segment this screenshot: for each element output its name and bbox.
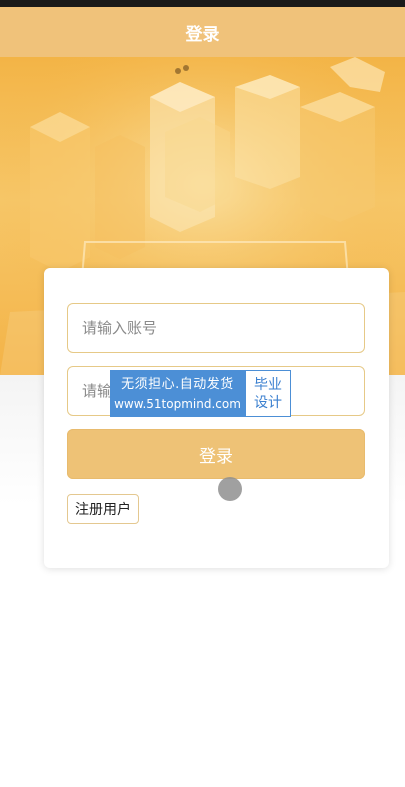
status-bar: [0, 0, 405, 7]
touch-cursor: [218, 477, 242, 501]
watermark-url: www.51topmind.com: [114, 396, 241, 411]
watermark-left: 无须担心.自动发货 www.51topmind.com: [110, 370, 245, 417]
account-input[interactable]: [68, 304, 364, 352]
watermark-right: 毕业 设计: [245, 370, 291, 417]
watermark-right-line1: 毕业: [254, 376, 282, 393]
watermark-slogan: 无须担心.自动发货: [121, 376, 234, 392]
page-title: 登录: [185, 24, 220, 45]
watermark-right-line2: 设计: [254, 394, 282, 411]
login-button[interactable]: 登录: [67, 429, 365, 479]
watermark-badge: 无须担心.自动发货 www.51topmind.com 毕业 设计: [110, 370, 291, 417]
nav-header: 登录: [0, 7, 405, 57]
register-button[interactable]: 注册用户: [67, 494, 139, 524]
account-field[interactable]: [67, 303, 365, 353]
login-card: 登录 注册用户: [44, 268, 389, 568]
